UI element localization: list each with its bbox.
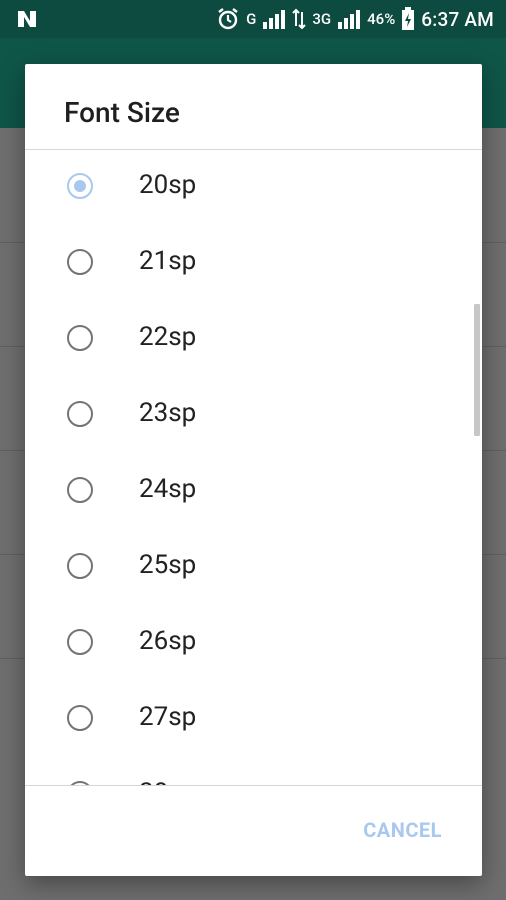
option-label: 28sp [139,778,196,785]
option-label: 26sp [139,626,197,656]
network-label-3g: 3G [312,10,332,28]
radio-button[interactable] [67,553,93,579]
list-scrollbar[interactable] [474,304,480,436]
font-size-options-list[interactable]: 20sp 21sp 22sp 23sp 24sp 25sp 26sp 27sp [25,150,482,785]
battery-icon [402,7,415,30]
option-label: 27sp [139,702,197,732]
clock-time: 6:37 AM [421,7,494,31]
option-22sp[interactable]: 22sp [25,302,482,378]
option-label: 20sp [139,170,197,200]
option-label: 21sp [139,246,197,276]
network-label: G [246,10,257,28]
radio-button[interactable] [67,325,93,351]
status-bar-right: G 3G 46% 6:37 AM [216,0,494,38]
radio-button-checked[interactable] [67,173,93,199]
battery-percent: 46% [367,10,396,28]
option-26sp[interactable]: 26sp [25,606,482,682]
option-23sp[interactable]: 23sp [25,378,482,454]
option-label: 24sp [139,474,197,504]
alarm-icon [218,8,238,30]
radio-button[interactable] [67,477,93,503]
option-label: 25sp [139,550,197,580]
radio-button[interactable] [67,249,93,275]
signal-icon [263,10,286,29]
option-20sp[interactable]: 20sp [25,150,482,226]
n-logo-icon [18,11,36,27]
font-size-dialog: Font Size 20sp 21sp 22sp 23sp 24sp 25sp [25,64,482,876]
cancel-button[interactable]: CANCEL [363,818,442,842]
radio-button[interactable] [67,629,93,655]
dialog-title: Font Size [64,96,180,129]
button-bar-divider [25,785,482,786]
option-25sp[interactable]: 25sp [25,530,482,606]
radio-button[interactable] [67,705,93,731]
option-27sp[interactable]: 27sp [25,682,482,758]
option-label: 22sp [139,322,197,352]
signal-icon [338,10,361,29]
option-24sp[interactable]: 24sp [25,454,482,530]
data-activity-icon [292,8,307,30]
status-bar: G 3G 46% 6:37 AM [0,0,506,38]
option-21sp[interactable]: 21sp [25,226,482,302]
radio-button[interactable] [67,401,93,427]
option-label: 23sp [139,398,197,428]
option-28sp[interactable]: 28sp [25,758,482,785]
